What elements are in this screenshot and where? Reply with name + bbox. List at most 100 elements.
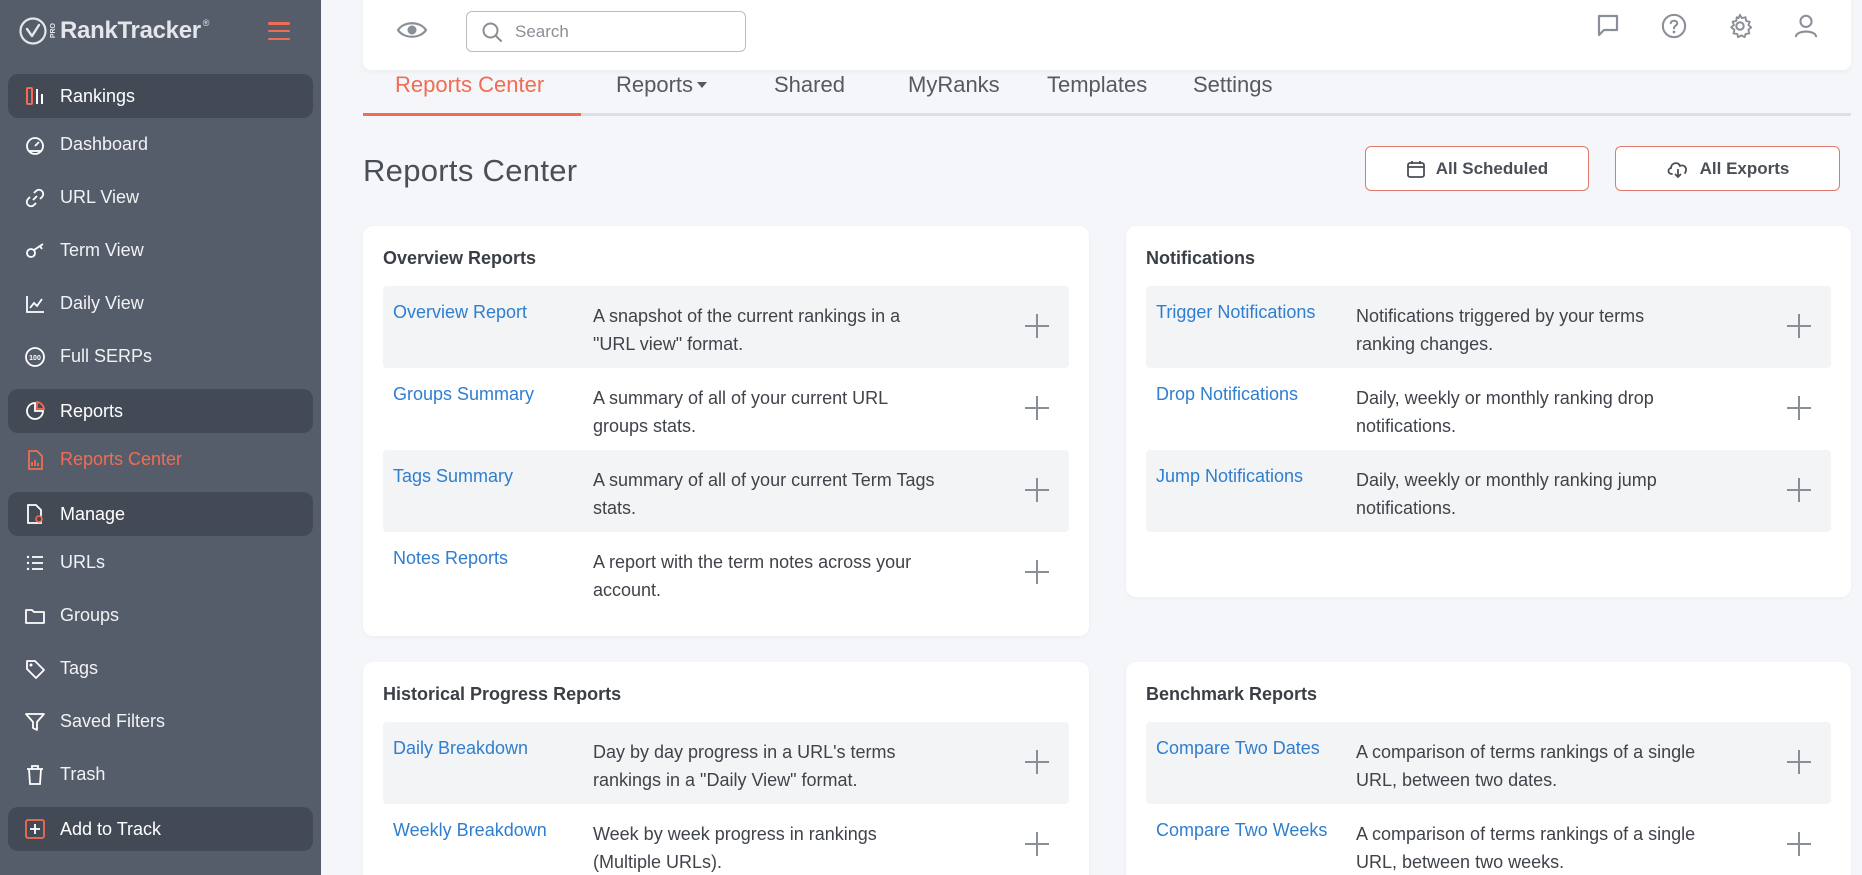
sidebar-item-manage[interactable]: Manage — [8, 492, 313, 536]
report-row-tags-summary: Tags Summary A summary of all of your cur… — [383, 450, 1069, 532]
report-link-compare-two-weeks[interactable]: Compare Two Weeks — [1156, 820, 1327, 841]
report-row-weekly-breakdown: Weekly Breakdown Week by week progress in… — [383, 804, 1069, 875]
tab-label: Reports — [616, 72, 694, 97]
overview-reports-card: Overview Reports Overview Report A snapsh… — [363, 226, 1089, 636]
card-title: Benchmark Reports — [1146, 684, 1318, 704]
add-report-plus-icon[interactable] — [1025, 314, 1049, 338]
sidebar-item-label: Add to Track — [60, 818, 162, 839]
report-link-weekly-breakdown[interactable]: Weekly Breakdown — [393, 820, 547, 841]
sidebar-item-tags[interactable]: Tags — [0, 642, 321, 695]
filter-icon — [24, 711, 46, 733]
page-title: Reports Center — [363, 153, 578, 188]
sidebar-item-reports[interactable]: Reports — [8, 389, 313, 433]
manage-file-icon — [24, 503, 46, 525]
hamburger-menu-icon[interactable] — [268, 22, 290, 40]
tab-label: Reports Center — [395, 72, 545, 97]
report-link-trigger-notifications[interactable]: Trigger Notifications — [1156, 302, 1315, 323]
sidebar-item-label: URL View — [60, 187, 140, 207]
card-title: Notifications — [1146, 248, 1256, 268]
tab-shared[interactable]: Shared — [774, 70, 845, 116]
tab-templates[interactable]: Templates — [1047, 70, 1147, 116]
trash-icon — [24, 764, 46, 786]
tab-myranks[interactable]: MyRanks — [908, 70, 1000, 116]
report-link-compare-two-dates[interactable]: Compare Two Dates — [1156, 738, 1320, 759]
all-scheduled-button[interactable]: All Scheduled — [1365, 146, 1589, 191]
report-rows: Daily Breakdown Day by day progress in a … — [383, 722, 1069, 875]
sidebar-item-saved-filters[interactable]: Saved Filters — [0, 695, 321, 748]
all-scheduled-label: All Scheduled — [1435, 158, 1549, 178]
search-input[interactable] — [515, 21, 715, 42]
gear-icon[interactable] — [1727, 12, 1753, 40]
add-report-plus-icon[interactable] — [1025, 478, 1049, 502]
sidebar-item-full-serps[interactable]: 100 Full SERPs — [0, 330, 321, 383]
sidebar-item-label: Reports — [60, 400, 124, 421]
user-icon[interactable] — [1793, 12, 1819, 40]
report-description: Week by week progress in rankings (Multi… — [593, 824, 877, 872]
report-link-groups-summary[interactable]: Groups Summary — [393, 384, 534, 405]
sidebar-item-groups[interactable]: Groups — [0, 589, 321, 642]
main-content: Reports Center Reports Shared MyRanks Te… — [321, 0, 1862, 875]
report-description: Day by day progress in a URL's terms ran… — [593, 742, 896, 790]
add-report-plus-icon[interactable] — [1025, 396, 1049, 420]
add-report-plus-icon[interactable] — [1025, 750, 1049, 774]
report-description: Daily, weekly or monthly ranking drop no… — [1356, 388, 1654, 436]
sidebar-item-term-view[interactable]: Term View — [0, 224, 321, 277]
report-description: A comparison of terms rankings of a sing… — [1356, 824, 1696, 872]
sidebar-item-label: Tags — [60, 658, 99, 678]
sidebar-item-label: Groups — [60, 605, 120, 625]
logo-check-icon — [19, 17, 47, 45]
folder-icon — [24, 605, 46, 627]
sidebar-item-reports-center[interactable]: Reports Center — [0, 433, 321, 486]
report-link-overview-report[interactable]: Overview Report — [393, 302, 527, 323]
search-icon — [482, 22, 502, 42]
list-icon — [24, 552, 46, 574]
report-link-drop-notifications[interactable]: Drop Notifications — [1156, 384, 1298, 405]
tab-reports-center[interactable]: Reports Center — [395, 70, 544, 116]
report-link-tags-summary[interactable]: Tags Summary — [393, 466, 513, 487]
tab-reports[interactable]: Reports — [616, 70, 708, 116]
add-report-plus-icon[interactable] — [1025, 832, 1049, 856]
report-link-jump-notifications[interactable]: Jump Notifications — [1156, 466, 1303, 487]
benchmark-reports-card: Benchmark Reports Compare Two Dates A com… — [1126, 662, 1851, 875]
logo-text: RankTracker — [60, 17, 201, 44]
tab-label: MyRanks — [908, 72, 1000, 97]
sidebar-item-label: URLs — [60, 552, 106, 572]
report-link-notes-reports[interactable]: Notes Reports — [393, 548, 508, 569]
link-icon — [24, 187, 46, 209]
search-box — [466, 11, 746, 52]
add-report-plus-icon[interactable] — [1787, 750, 1811, 774]
add-report-plus-icon[interactable] — [1787, 396, 1811, 420]
report-row-trigger-notifications: Trigger Notifications Notifications trigg… — [1146, 286, 1831, 368]
active-tab-underline — [363, 113, 581, 116]
sidebar-item-label: Rankings — [60, 85, 136, 106]
sidebar-item-urls[interactable]: URLs — [0, 536, 321, 589]
sidebar-item-label: Trash — [60, 764, 106, 784]
eye-icon[interactable] — [396, 16, 428, 44]
report-row-overview-report: Overview Report A snapshot of the current… — [383, 286, 1069, 368]
chat-icon[interactable] — [1595, 12, 1621, 40]
rankings-icon — [24, 85, 46, 107]
report-description: Notifications triggered by your terms ra… — [1356, 306, 1645, 354]
add-report-plus-icon[interactable] — [1025, 560, 1049, 584]
all-exports-button[interactable]: All Exports — [1615, 146, 1840, 191]
logo-pro: PRO — [50, 23, 57, 39]
report-link-daily-breakdown[interactable]: Daily Breakdown — [393, 738, 528, 759]
sidebar-item-dashboard[interactable]: Dashboard — [0, 118, 321, 171]
sidebar-item-rankings[interactable]: Rankings — [8, 74, 313, 118]
help-icon[interactable] — [1661, 12, 1687, 40]
add-report-plus-icon[interactable] — [1787, 314, 1811, 338]
report-file-icon — [24, 449, 46, 471]
sidebar-item-label: Full SERPs — [60, 346, 153, 366]
sidebar-item-daily-view[interactable]: Daily View — [0, 277, 321, 330]
caret-down-icon — [697, 82, 708, 88]
sidebar-item-add-to-track[interactable]: Add to Track — [8, 807, 313, 851]
app-logo[interactable]: PRO RankTracker ® — [18, 16, 209, 46]
sidebar-item-trash[interactable]: Trash — [0, 748, 321, 801]
sidebar-item-url-view[interactable]: URL View — [0, 171, 321, 224]
add-report-plus-icon[interactable] — [1787, 832, 1811, 856]
sidebar-item-label: Term View — [60, 240, 144, 260]
tab-settings[interactable]: Settings — [1193, 70, 1273, 116]
sidebar-item-label: Saved Filters — [60, 711, 166, 731]
add-report-plus-icon[interactable] — [1787, 478, 1811, 502]
tab-label: Shared — [774, 72, 845, 97]
